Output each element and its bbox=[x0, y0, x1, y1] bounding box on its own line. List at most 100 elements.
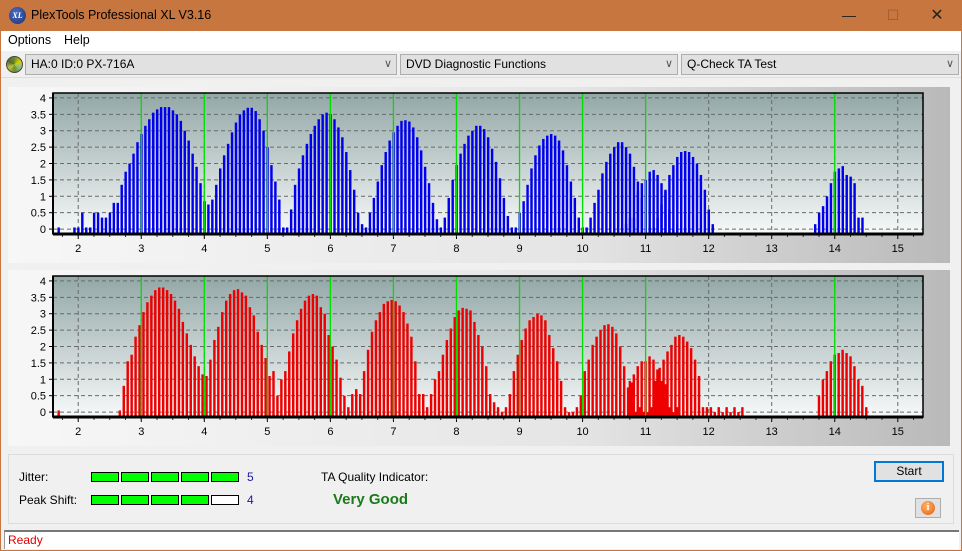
test-select[interactable]: Q-Check TA Test ∨ bbox=[681, 54, 959, 75]
x-tick-label: 12 bbox=[703, 243, 715, 255]
histogram-bar bbox=[469, 310, 472, 417]
histogram-bar bbox=[589, 217, 592, 234]
histogram-bar bbox=[335, 359, 338, 417]
histogram-bar bbox=[349, 170, 352, 234]
y-tick-label: 2.5 bbox=[31, 142, 46, 154]
meter-segment bbox=[181, 472, 209, 482]
drive-select[interactable]: HA:0 ID:0 PX-716A ∨ bbox=[25, 54, 397, 75]
histogram-bar bbox=[197, 366, 200, 417]
histogram-bar bbox=[555, 361, 559, 417]
histogram-bar bbox=[837, 168, 841, 234]
histogram-bar bbox=[201, 374, 204, 417]
y-tick-label: 4 bbox=[40, 93, 46, 105]
histogram-bar bbox=[92, 212, 96, 234]
histogram-bar bbox=[579, 395, 583, 417]
results-panel: Jitter: 5 Peak Shift: 4 TA Quality Indic… bbox=[8, 454, 954, 524]
x-tick-label: 4 bbox=[201, 426, 207, 438]
histogram-bar bbox=[622, 366, 626, 417]
histogram-bar bbox=[682, 336, 685, 417]
menu-options[interactable]: Options bbox=[8, 33, 51, 47]
x-tick-label: 7 bbox=[390, 243, 396, 255]
histogram-bar bbox=[429, 394, 433, 417]
histogram-bar bbox=[522, 201, 525, 234]
histogram-bar bbox=[616, 142, 620, 234]
histogram-bar bbox=[652, 170, 655, 234]
histogram-bar bbox=[628, 217, 632, 234]
main-client-area: HA:0 ID:0 PX-716A ∨ DVD Diagnostic Funct… bbox=[1, 51, 961, 550]
histogram-bar bbox=[289, 209, 293, 234]
histogram-bar bbox=[553, 135, 557, 234]
function-select[interactable]: DVD Diagnostic Functions ∨ bbox=[400, 54, 678, 75]
x-tick-label: 8 bbox=[453, 426, 459, 438]
histogram-bar bbox=[463, 143, 466, 234]
toolbar: HA:0 ID:0 PX-716A ∨ DVD Diagnostic Funct… bbox=[1, 51, 961, 78]
histogram-bar bbox=[358, 394, 362, 417]
histogram-bar bbox=[291, 333, 295, 417]
histogram-bar bbox=[559, 380, 563, 417]
histogram-bar bbox=[264, 357, 267, 417]
histogram-bar bbox=[632, 217, 636, 234]
x-tick-label: 10 bbox=[576, 243, 588, 255]
histogram-bar bbox=[485, 366, 488, 417]
x-tick-label: 12 bbox=[703, 426, 715, 438]
histogram-bar bbox=[532, 316, 535, 417]
meter-segment bbox=[211, 495, 239, 505]
histogram-bar bbox=[122, 385, 125, 417]
histogram-bar bbox=[325, 112, 328, 234]
histogram-bar bbox=[591, 344, 594, 417]
histogram-bar bbox=[861, 217, 864, 234]
histogram-bar bbox=[280, 379, 283, 417]
histogram-bar bbox=[158, 287, 161, 417]
histogram-bar bbox=[451, 179, 454, 234]
histogram-bar bbox=[660, 183, 663, 234]
info-button[interactable]: i bbox=[915, 498, 941, 518]
meter-segment bbox=[121, 472, 149, 482]
histogram-bar bbox=[238, 114, 242, 234]
histogram-bar bbox=[159, 107, 163, 234]
x-tick-label: 2 bbox=[75, 243, 81, 255]
histogram-bar bbox=[303, 300, 307, 417]
histogram-bar bbox=[337, 127, 340, 234]
histogram-bar bbox=[502, 197, 506, 234]
y-tick-label: 1 bbox=[40, 374, 46, 386]
histogram-bar bbox=[829, 361, 833, 417]
histogram-bar bbox=[394, 301, 397, 417]
drive-select-value: HA:0 ID:0 PX-716A bbox=[31, 57, 135, 71]
histogram-bar bbox=[315, 295, 319, 417]
start-button[interactable]: Start bbox=[874, 461, 944, 482]
histogram-bar bbox=[144, 125, 147, 234]
histogram-bar bbox=[609, 153, 612, 234]
histogram-bar bbox=[217, 326, 220, 417]
minimize-button[interactable]: — bbox=[826, 0, 872, 31]
histogram-bar bbox=[465, 308, 468, 417]
close-button[interactable]: ✕ bbox=[914, 0, 960, 31]
histogram-bar bbox=[687, 152, 691, 234]
maximize-button[interactable]: ☐ bbox=[870, 0, 916, 31]
histogram-bar bbox=[232, 290, 236, 417]
histogram-bar bbox=[276, 395, 279, 417]
histogram-bar bbox=[138, 325, 141, 417]
histogram-bar bbox=[240, 292, 244, 417]
menu-help[interactable]: Help bbox=[64, 33, 90, 47]
histogram-bar bbox=[660, 380, 663, 417]
histogram-bar bbox=[549, 133, 553, 234]
x-tick-label: 14 bbox=[829, 426, 841, 438]
ta-quality-value: Very Good bbox=[333, 491, 409, 508]
histogram-bar bbox=[561, 150, 565, 234]
x-tick-label: 3 bbox=[138, 243, 144, 255]
histogram-bar bbox=[370, 331, 374, 417]
histogram-bar bbox=[146, 302, 149, 417]
histogram-bar bbox=[209, 359, 212, 417]
histogram-bar bbox=[404, 120, 407, 234]
x-tick-label: 11 bbox=[640, 426, 651, 438]
histogram-bar bbox=[825, 371, 829, 417]
peak-shift-value: 4 bbox=[247, 493, 254, 507]
histogram-bar bbox=[857, 379, 860, 417]
histogram-bar bbox=[213, 339, 216, 417]
histogram-bar bbox=[670, 344, 673, 417]
histogram-bar bbox=[546, 135, 549, 234]
histogram-bar bbox=[528, 320, 531, 417]
histogram-bar bbox=[632, 374, 636, 417]
histogram-bar bbox=[295, 320, 299, 417]
histogram-bar bbox=[248, 307, 252, 417]
